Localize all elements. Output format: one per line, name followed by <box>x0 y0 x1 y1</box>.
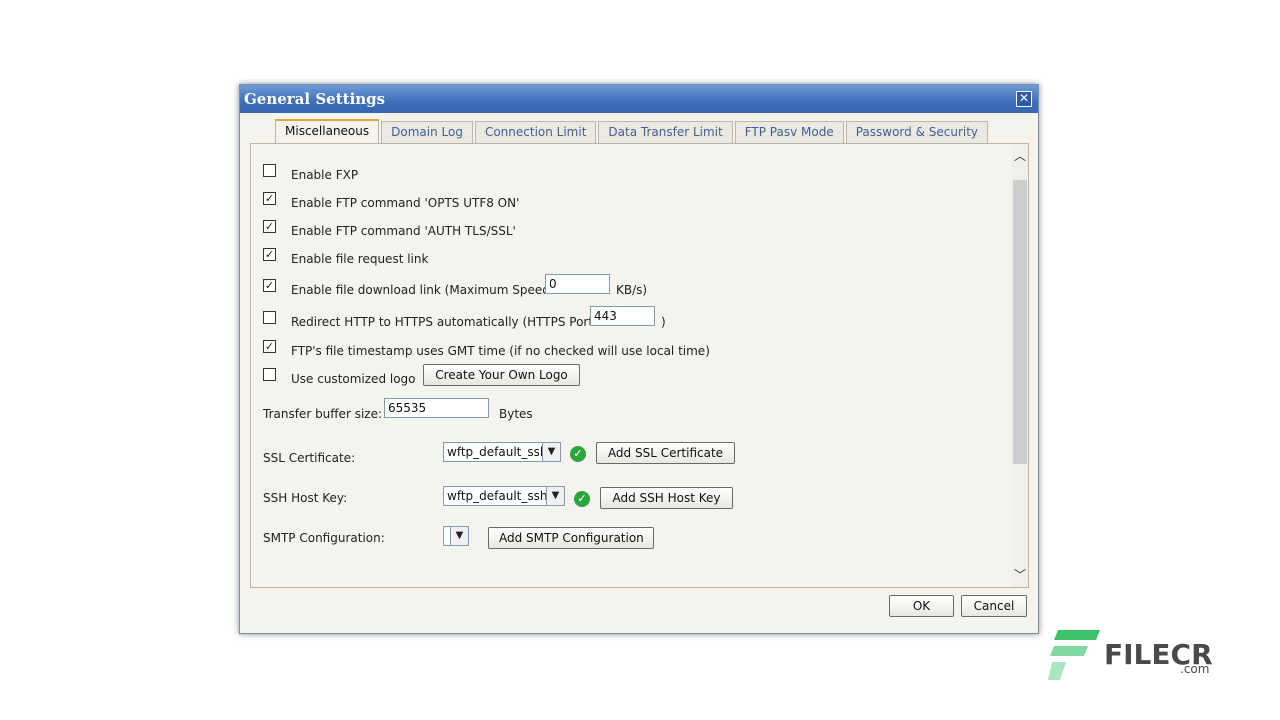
filecr-logo-icon <box>1048 628 1104 684</box>
close-icon[interactable]: ✕ <box>1016 91 1032 107</box>
https-port-close-paren: ) <box>661 315 666 329</box>
https-port-input[interactable]: 443 <box>590 306 655 326</box>
panel-scrollbar[interactable]: ︿ ﹀ <box>1012 144 1028 587</box>
ssh-host-key-label: SSH Host Key: <box>263 491 347 505</box>
file-download-checkbox[interactable]: ✓ <box>263 279 276 292</box>
tab-miscellaneous[interactable]: Miscellaneous <box>275 119 379 143</box>
tab-password-security[interactable]: Password & Security <box>846 121 988 143</box>
tab-domain-log[interactable]: Domain Log <box>381 121 473 143</box>
add-ssh-host-key-button[interactable]: Add SSH Host Key <box>600 487 733 509</box>
settings-tabs: Miscellaneous Domain Log Connection Limi… <box>275 121 990 143</box>
miscellaneous-panel: Enable FXP ✓ Enable FTP command 'OPTS UT… <box>250 143 1029 588</box>
scrollbar-thumb[interactable] <box>1013 180 1027 464</box>
ok-button[interactable]: OK <box>889 595 954 617</box>
file-download-label: Enable file download link (Maximum Speed… <box>291 283 554 297</box>
add-ssl-certificate-button[interactable]: Add SSL Certificate <box>596 442 735 464</box>
check-circle-icon: ✓ <box>570 446 586 462</box>
opts-utf8-checkbox[interactable]: ✓ <box>263 192 276 205</box>
ssl-certificate-value: wftp_default_ssl <box>447 445 543 459</box>
tab-ftp-pasv-mode[interactable]: FTP Pasv Mode <box>735 121 844 143</box>
dialog-titlebar[interactable]: General Settings ✕ <box>240 85 1038 113</box>
watermark-sub: .com <box>1180 662 1209 676</box>
buffer-size-unit: Bytes <box>499 407 533 421</box>
file-request-label: Enable file request link <box>291 252 428 266</box>
custom-logo-checkbox[interactable] <box>263 368 276 381</box>
tab-data-transfer-limit[interactable]: Data Transfer Limit <box>598 121 732 143</box>
smtp-configuration-label: SMTP Configuration: <box>263 531 385 545</box>
auth-tls-checkbox[interactable]: ✓ <box>263 220 276 233</box>
smtp-configuration-select[interactable]: ▼ <box>443 526 469 546</box>
add-smtp-configuration-button[interactable]: Add SMTP Configuration <box>488 527 654 549</box>
chevron-down-icon: ▼ <box>546 487 564 505</box>
general-settings-dialog: General Settings ✕ Miscellaneous Domain … <box>239 84 1039 634</box>
cancel-button[interactable]: Cancel <box>961 595 1027 617</box>
enable-fxp-label: Enable FXP <box>291 168 358 182</box>
gmt-time-label: FTP's file timestamp uses GMT time (if n… <box>291 344 710 358</box>
chevron-down-icon[interactable]: ﹀ <box>1012 565 1028 585</box>
redirect-https-label: Redirect HTTP to HTTPS automatically (HT… <box>291 315 597 329</box>
buffer-size-input[interactable]: 65535 <box>384 398 489 418</box>
gmt-time-checkbox[interactable]: ✓ <box>263 340 276 353</box>
opts-utf8-label: Enable FTP command 'OPTS UTF8 ON' <box>291 196 519 210</box>
max-speed-input[interactable]: 0 <box>545 274 610 294</box>
ssh-host-key-value: wftp_default_ssh <box>447 489 547 503</box>
filecr-watermark: FILECR .com <box>1048 628 1218 684</box>
chevron-down-icon: ▼ <box>542 443 560 461</box>
ssl-certificate-label: SSL Certificate: <box>263 451 355 465</box>
max-speed-unit: KB/s) <box>616 283 647 297</box>
dialog-title: General Settings <box>244 90 385 108</box>
buffer-size-label: Transfer buffer size: <box>263 407 382 421</box>
chevron-up-icon[interactable]: ︿ <box>1012 146 1028 166</box>
chevron-down-icon: ▼ <box>450 527 468 545</box>
check-circle-icon: ✓ <box>574 491 590 507</box>
redirect-https-checkbox[interactable] <box>263 311 276 324</box>
auth-tls-label: Enable FTP command 'AUTH TLS/SSL' <box>291 224 516 238</box>
create-logo-button[interactable]: Create Your Own Logo <box>423 364 580 386</box>
custom-logo-label: Use customized logo <box>291 372 416 386</box>
enable-fxp-checkbox[interactable] <box>263 164 276 177</box>
file-request-checkbox[interactable]: ✓ <box>263 248 276 261</box>
ssh-host-key-select[interactable]: wftp_default_ssh ▼ <box>443 486 565 506</box>
ssl-certificate-select[interactable]: wftp_default_ssl ▼ <box>443 442 561 462</box>
tab-connection-limit[interactable]: Connection Limit <box>475 121 596 143</box>
